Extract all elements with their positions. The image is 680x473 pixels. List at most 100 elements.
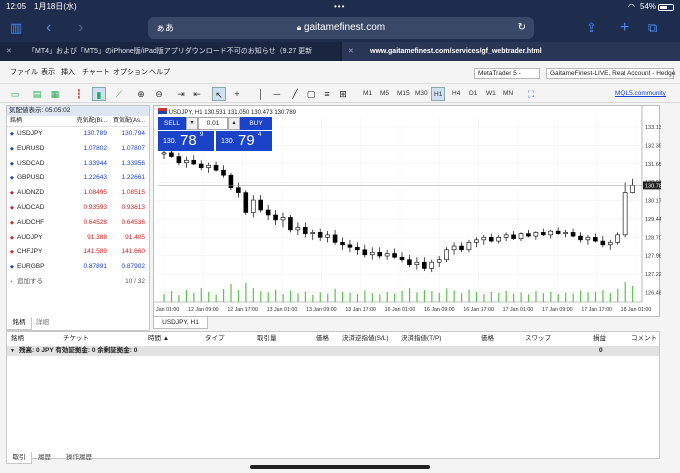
symbol-row[interactable]: ◆ AUDNZD 1.08495 1.08515 [7, 186, 149, 201]
col-time[interactable]: 時間 ▲ [148, 334, 169, 343]
volume-bar [594, 291, 597, 302]
col-comment[interactable]: コメント [631, 334, 657, 343]
buy-button[interactable]: BUY [240, 117, 272, 130]
candle-body [340, 242, 345, 246]
shapes-icon[interactable]: ⊞ [336, 87, 350, 101]
col-type[interactable]: タイプ [205, 334, 225, 343]
chart-shift-icon[interactable]: ⇤ [190, 87, 204, 101]
volume-down-button[interactable]: ▾ [186, 117, 198, 130]
platform-select[interactable]: MetaTrader 5 - [474, 68, 540, 79]
forward-icon[interactable]: › [78, 14, 83, 42]
zoom-in-icon[interactable]: ⊕ [134, 87, 148, 101]
address-bar[interactable]: ぁあ 🔒︎ gaitamefinest.com ↻ [148, 17, 534, 39]
candle-chart-icon[interactable]: ▮ [92, 87, 106, 101]
col-symbol[interactable]: 銘柄 [11, 334, 24, 343]
tab-symbols[interactable]: 銘柄 [6, 317, 32, 330]
menu-help[interactable]: ヘルプ [149, 65, 170, 81]
symbol-row[interactable]: ◆ USDJPY 130.789 130.794 [7, 127, 149, 142]
cursor-icon[interactable]: ↖ [212, 87, 226, 101]
candle-body [384, 253, 390, 257]
zoom-out-icon[interactable]: ⊖ [152, 87, 166, 101]
close-tab-icon[interactable]: ✕ [348, 42, 354, 61]
menu-file[interactable]: ファイル [10, 65, 38, 81]
tabs-overview-icon[interactable]: ⧉ [648, 14, 657, 42]
tab-history[interactable]: 履歴 [38, 452, 51, 463]
sidebar-icon[interactable]: ▥ [10, 14, 22, 42]
reader-aa-button[interactable]: ぁあ [156, 17, 174, 39]
col-tp[interactable]: 決済指値(T/P) [401, 334, 441, 343]
menu-insert[interactable]: 挿入 [61, 65, 75, 81]
autoscroll-icon[interactable]: ⇥ [174, 87, 188, 101]
tab-trade[interactable]: 取引 [6, 452, 32, 464]
add-symbol-row[interactable]: + 追加する 10 / 32 [7, 275, 149, 290]
candle-body [407, 259, 412, 266]
col-price2[interactable]: 価格 [481, 334, 494, 343]
col-swap[interactable]: スワップ [525, 334, 551, 343]
tf-mn[interactable]: MN [501, 87, 515, 101]
fullscreen-icon[interactable]: ⛶ [524, 87, 538, 101]
symbol-row[interactable]: ◆ GBPUSD 1.22643 1.22661 [7, 171, 149, 186]
tf-m30[interactable]: M30 [413, 87, 430, 101]
vertical-line-icon[interactable]: │ [254, 87, 268, 101]
buy-price[interactable]: 130. 79 4 [216, 131, 272, 151]
close-tab-icon[interactable]: ✕ [6, 42, 12, 61]
price-tick: 133.138 [645, 125, 661, 131]
tf-w1[interactable]: W1 [484, 87, 498, 101]
col-price[interactable]: 価格 [316, 334, 329, 343]
symbol-row[interactable]: ◆ USDCAD 1.33944 1.33956 [7, 157, 149, 172]
chart-tab-usdjpy[interactable]: USDJPY, H1 [153, 317, 208, 329]
candle-body [347, 244, 353, 248]
price-tick: 129.440 [645, 217, 661, 223]
symbol-row[interactable]: ◆ CHFJPY 141.589 141.660 [7, 245, 149, 260]
trendline-icon[interactable]: ╱ [288, 87, 302, 101]
multitasking-dots-icon[interactable]: ••• [334, 0, 345, 14]
symbol-row[interactable]: ◆ AUDJPY 91.388 91.405 [7, 231, 149, 246]
tf-m15[interactable]: M15 [395, 87, 412, 101]
tf-d1[interactable]: D1 [467, 87, 479, 101]
new-order-icon[interactable]: ▭ [8, 87, 22, 101]
account-select[interactable]: GaitameFinest-LIVE, Real Account - Hedge [546, 68, 675, 79]
menu-view[interactable]: 表示 [41, 65, 55, 81]
col-sl[interactable]: 決済逆指値(S/L) [342, 334, 389, 343]
tf-m5[interactable]: M5 [378, 87, 391, 101]
text-icon[interactable]: ▢ [304, 87, 318, 101]
menu-chart[interactable]: チャート [82, 65, 110, 81]
symbol-row[interactable]: ◆ AUDCHF 0.64528 0.64536 [7, 216, 149, 231]
home-indicator[interactable] [250, 465, 430, 469]
crosshair-icon[interactable]: + [230, 87, 244, 101]
volume-bar [617, 288, 619, 302]
volume-up-button[interactable]: ▴ [228, 117, 240, 130]
bar-chart-icon[interactable]: ┇ [72, 87, 86, 101]
col-volume[interactable]: 取引量 [257, 334, 277, 343]
tf-h4[interactable]: H4 [450, 87, 462, 101]
col-ticket[interactable]: チケット [63, 334, 89, 343]
add-symbol-label[interactable]: 追加する [17, 275, 67, 290]
navigator-icon[interactable]: ▦ [48, 87, 62, 101]
tf-m1[interactable]: M1 [361, 87, 374, 101]
sell-price[interactable]: 130. 78 9 [158, 131, 214, 151]
tab-notice[interactable]: ✕ 「MT4」および「MT5」のiPhone版/iPad版アプリダウンロード不可… [0, 42, 340, 61]
fibonacci-icon[interactable]: ≡ [320, 87, 334, 101]
collapse-icon[interactable]: ▼ [10, 346, 15, 356]
symbol-row[interactable]: ◆ EURGBP 0.87891 0.87902 [7, 260, 149, 275]
candle-body [593, 237, 598, 242]
symbol-row[interactable]: ◆ AUDCAD 0.93593 0.93613 [7, 201, 149, 216]
reload-icon[interactable]: ↻ [518, 17, 526, 39]
volume-input[interactable]: 0.01 [198, 117, 228, 130]
tf-h1[interactable]: H1 [431, 87, 446, 101]
market-watch-icon[interactable]: ▤ [30, 87, 44, 101]
tab-webtrader[interactable]: ✕ www.gaitamefinest.com/services/gf_webt… [342, 42, 680, 61]
new-tab-icon[interactable]: + [620, 14, 629, 42]
sell-button[interactable]: SELL [158, 117, 186, 130]
tab-journal[interactable]: 操作履歴 [66, 452, 92, 463]
symbol-row[interactable]: ◆ EURUSD 1.07802 1.07807 [7, 142, 149, 157]
tab-details[interactable]: 詳細 [36, 317, 49, 329]
candle-body [191, 159, 197, 165]
col-profit[interactable]: 損益 [593, 334, 606, 343]
back-icon[interactable]: ‹ [46, 14, 51, 42]
menu-options[interactable]: オプション [113, 65, 148, 81]
line-chart-icon[interactable]: ⟋ [112, 87, 126, 101]
share-icon[interactable]: ⇪ [586, 14, 597, 42]
horizontal-line-icon[interactable]: ─ [270, 87, 284, 101]
mql5-link[interactable]: MQL5.community [613, 87, 668, 101]
